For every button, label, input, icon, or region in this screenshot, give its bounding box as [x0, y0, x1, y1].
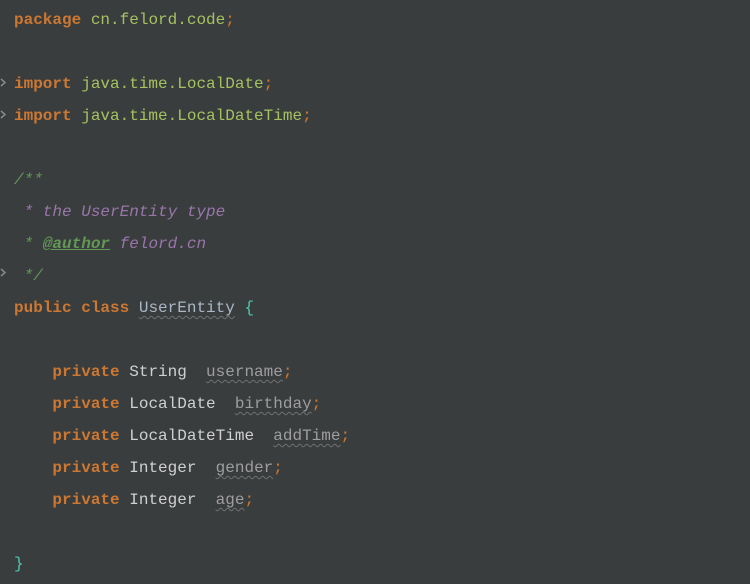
- doc-prefix: *: [14, 235, 43, 253]
- space: [120, 427, 130, 445]
- doc-open: /**: [14, 171, 43, 189]
- code-line[interactable]: * @author felord.cn: [14, 228, 750, 260]
- code-line[interactable]: private LocalDateTime addTime;: [14, 420, 750, 452]
- semicolon: ;: [312, 395, 322, 413]
- keyword-class: class: [81, 299, 129, 317]
- doc-author-val: felord.cn: [110, 235, 206, 253]
- space: [196, 459, 215, 477]
- keyword-private: private: [52, 427, 119, 445]
- keyword-private: private: [52, 363, 119, 381]
- space: [187, 363, 206, 381]
- close-brace: }: [14, 555, 24, 573]
- semicolon: ;: [302, 107, 312, 125]
- semicolon: ;: [264, 75, 274, 93]
- code-line[interactable]: */: [14, 260, 750, 292]
- type-name: Integer: [129, 459, 196, 477]
- semicolon: ;: [283, 363, 293, 381]
- semicolon: ;: [340, 427, 350, 445]
- keyword-public: public: [14, 299, 72, 317]
- doc-close: */: [14, 267, 43, 285]
- fold-icon[interactable]: [0, 268, 9, 277]
- space: [120, 395, 130, 413]
- code-line[interactable]: }: [14, 548, 750, 580]
- space: [72, 107, 82, 125]
- field-name: gender: [216, 459, 274, 477]
- keyword-import: import: [14, 75, 72, 93]
- space: [216, 395, 235, 413]
- package-name: cn.felord.code: [91, 11, 225, 29]
- code-editor[interactable]: package cn.felord.code; import java.time…: [0, 0, 750, 584]
- code-line-blank[interactable]: [14, 324, 750, 356]
- code-line-blank[interactable]: [14, 132, 750, 164]
- fold-icon[interactable]: [0, 110, 9, 119]
- space: [254, 427, 273, 445]
- doc-text: * the UserEntity type: [14, 203, 225, 221]
- code-line[interactable]: public class UserEntity {: [14, 292, 750, 324]
- type-name: String: [129, 363, 187, 381]
- indent: [14, 427, 52, 445]
- field-name: age: [216, 491, 245, 509]
- type-name: Integer: [129, 491, 196, 509]
- code-line[interactable]: package cn.felord.code;: [14, 4, 750, 36]
- import-path: java.time.LocalDateTime: [81, 107, 302, 125]
- keyword-private: private: [52, 491, 119, 509]
- code-line[interactable]: private LocalDate birthday;: [14, 388, 750, 420]
- fold-icon[interactable]: [0, 78, 9, 87]
- keyword-package: package: [14, 11, 81, 29]
- semicolon: ;: [273, 459, 283, 477]
- doc-author-tag: @author: [43, 235, 110, 253]
- space: [72, 299, 82, 317]
- field-name: addTime: [273, 427, 340, 445]
- class-name: UserEntity: [139, 299, 235, 317]
- code-line[interactable]: import java.time.LocalDate;: [14, 68, 750, 100]
- space: [196, 491, 215, 509]
- indent: [14, 459, 52, 477]
- indent: [14, 491, 52, 509]
- code-line[interactable]: private Integer age;: [14, 484, 750, 516]
- code-line[interactable]: private String username;: [14, 356, 750, 388]
- keyword-private: private: [52, 459, 119, 477]
- indent: [14, 363, 52, 381]
- space: [120, 363, 130, 381]
- open-brace: {: [244, 299, 254, 317]
- field-name: birthday: [235, 395, 312, 413]
- indent: [14, 395, 52, 413]
- space: [81, 11, 91, 29]
- code-line-blank[interactable]: [14, 516, 750, 548]
- keyword-import: import: [14, 107, 72, 125]
- space: [120, 491, 130, 509]
- space: [72, 75, 82, 93]
- code-line[interactable]: private Integer gender;: [14, 452, 750, 484]
- semicolon: ;: [225, 11, 235, 29]
- type-name: LocalDateTime: [129, 427, 254, 445]
- code-line[interactable]: /**: [14, 164, 750, 196]
- code-line-blank[interactable]: [14, 36, 750, 68]
- code-line[interactable]: import java.time.LocalDateTime;: [14, 100, 750, 132]
- semicolon: ;: [244, 491, 254, 509]
- space: [129, 299, 139, 317]
- code-line[interactable]: * the UserEntity type: [14, 196, 750, 228]
- keyword-private: private: [52, 395, 119, 413]
- gutter: [0, 0, 10, 584]
- import-path: java.time.LocalDate: [81, 75, 263, 93]
- field-name: username: [206, 363, 283, 381]
- type-name: LocalDate: [129, 395, 215, 413]
- space: [120, 459, 130, 477]
